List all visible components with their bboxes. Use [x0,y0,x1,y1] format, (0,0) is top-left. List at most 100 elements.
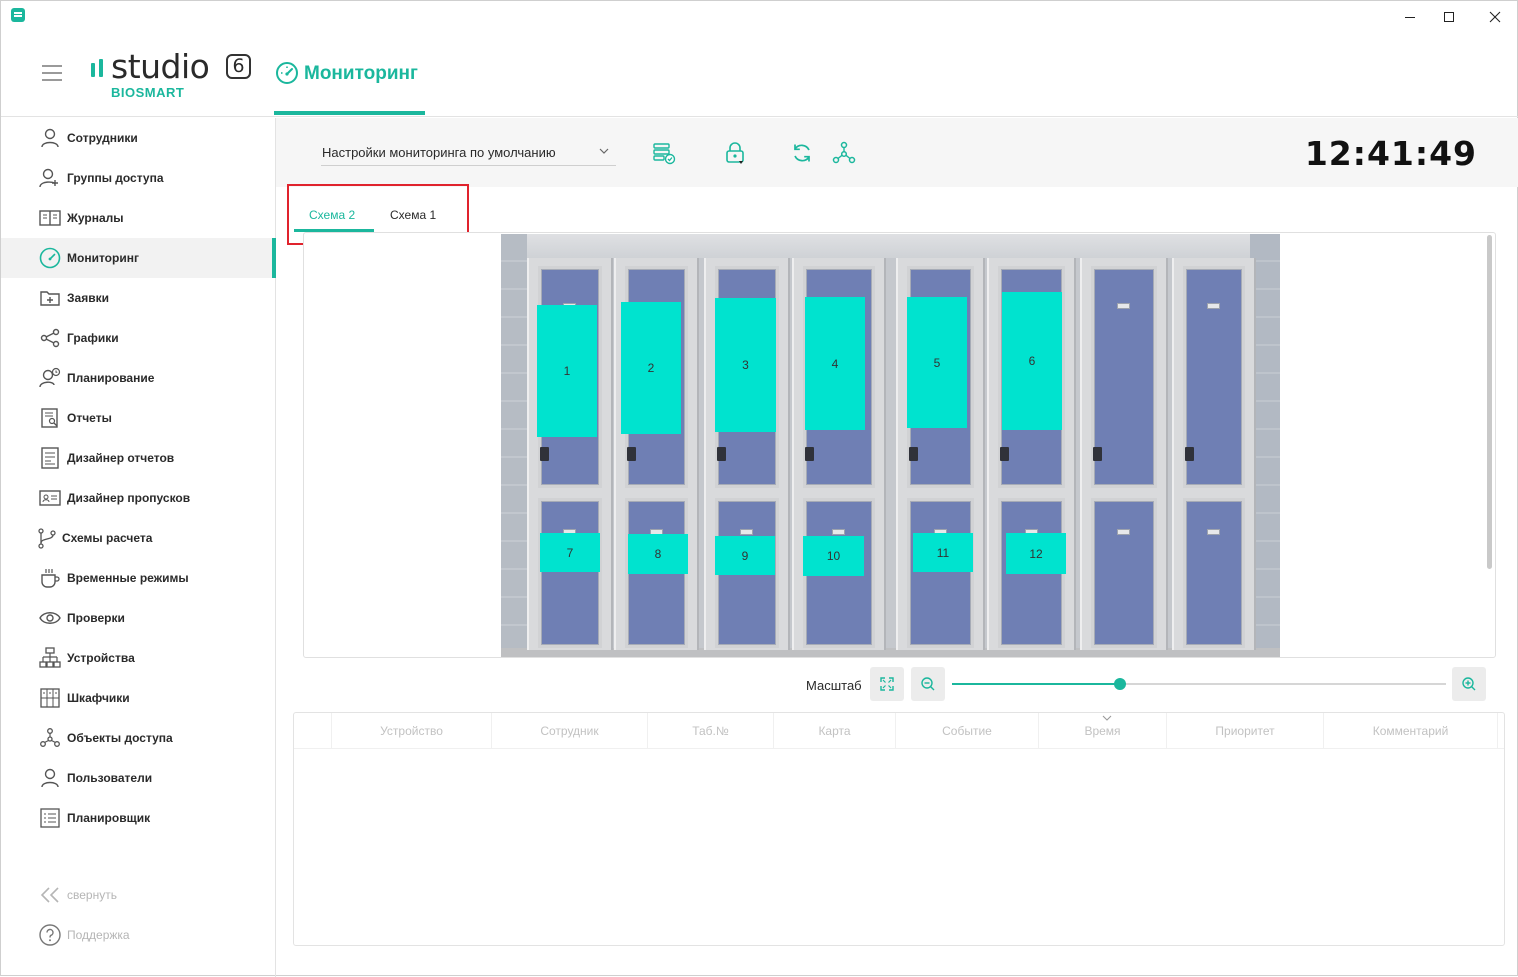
locker-mark-4[interactable]: 4 [805,297,865,430]
fit-to-screen-button[interactable] [870,667,904,701]
eye-icon [39,612,61,624]
locker-lock [717,447,726,461]
report-designer-icon [41,447,59,469]
monitoring-settings-button[interactable] [651,140,677,166]
zoom-out-button[interactable] [911,667,945,701]
user-icon [41,128,59,148]
support-label: Поддержка [67,928,130,942]
locker-number-tag [1117,529,1130,535]
sidebar-item-devices[interactable]: Устройства [1,638,276,678]
wall-top [501,234,1280,258]
locker-mark-7[interactable]: 7 [540,533,600,572]
column-header[interactable]: Событие [896,713,1039,748]
column-header[interactable]: Приоритет [1167,713,1324,748]
column-header-select[interactable] [294,713,332,748]
fit-screen-icon [880,677,894,691]
hierarchy-button[interactable] [831,140,857,166]
sidebar-item-label: Дизайнер пропусков [67,491,191,505]
sidebar-item-label: Дизайнер отчетов [67,451,175,465]
sidebar-item-employees[interactable]: Сотрудники [1,118,276,158]
sidebar-item-journals[interactable]: Журналы [1,198,276,238]
locker-mark-5[interactable]: 5 [907,297,967,428]
locker-column [1172,258,1256,650]
maximize-button[interactable] [1426,1,1472,33]
locker-mark-1[interactable]: 1 [537,305,597,437]
zoom-in-button[interactable] [1452,667,1486,701]
user-clock-icon [39,367,61,388]
tab-scheme-1[interactable]: Схема 1 [390,208,436,222]
locker-mark-8[interactable]: 8 [628,534,688,574]
refresh-button[interactable] [789,140,815,166]
column-header[interactable]: Сотрудник [492,713,648,748]
sidebar-item-users[interactable]: Пользователи [1,758,276,798]
support-button[interactable]: Поддержка [1,915,276,955]
sidebar-item-requests[interactable]: Заявки [1,278,276,318]
sidebar-item-calc-schemes[interactable]: Схемы расчета [1,518,276,558]
scale-slider[interactable] [952,678,1446,690]
sidebar-item-scheduler[interactable]: Планировщик [1,798,276,838]
network-icon [39,647,61,668]
cup-icon [41,569,60,588]
refresh-icon [794,144,810,162]
collapse-sidebar-button[interactable]: свернуть [1,875,276,915]
menu-toggle-button[interactable] [42,65,62,81]
locker-mark-9[interactable]: 9 [715,536,775,575]
tab-scheme-2[interactable]: Схема 2 [309,208,355,222]
sidebar-item-schedules[interactable]: Графики [1,318,276,358]
column-header[interactable]: Устройство [332,713,492,748]
monitoring-toolbar: Настройки мониторинга по умолчанию 12:41… [276,118,1518,187]
sidebar-item-label: Проверки [67,611,125,625]
share-nodes-icon [40,328,60,348]
locker-mark-2[interactable]: 2 [621,302,681,434]
canvas-scrollbar[interactable] [1487,235,1492,569]
locker-mark-3[interactable]: 3 [715,298,776,432]
settings-select-value: Настройки мониторинга по умолчанию [322,145,556,160]
sidebar-item-label: Группы доступа [67,171,164,185]
sidebar-item-reports[interactable]: Отчеты [1,398,276,438]
hierarchy-icon [832,141,856,164]
collapse-label: свернуть [67,888,117,902]
sidebar-item-report-designer[interactable]: Дизайнер отчетов [1,438,276,478]
user-icon [41,768,59,788]
sidebar-item-pass-designer[interactable]: Дизайнер пропусков [1,478,276,518]
page-tab-monitoring[interactable]: Мониторинг [274,57,425,115]
column-header[interactable]: Таб.№ [648,713,774,748]
locker-mark-10[interactable]: 10 [803,536,864,576]
locker-lock [1000,447,1009,461]
sidebar-item-label: Схемы расчета [62,531,153,545]
locker-door-top [1091,266,1157,488]
locker-mark-12[interactable]: 12 [1006,533,1066,574]
locker-lock [627,447,636,461]
locker-number-tag [740,529,753,535]
logo-word: studio [111,47,210,86]
double-chevron-left-icon [40,887,59,903]
column-header[interactable]: Комментарий [1324,713,1498,748]
column-header[interactable]: Время [1039,713,1167,748]
sidebar-item-lockers[interactable]: Шкафчики [1,678,276,718]
wall-tiles-left [501,234,527,657]
sidebar-item-planning[interactable]: Планирование [1,358,276,398]
sidebar-item-checks[interactable]: Проверки [1,598,276,638]
sidebar-item-label: Сотрудники [67,131,138,145]
scale-controls: Масштаб [806,667,1489,703]
sidebar-item-label: Объекты доступа [67,731,173,745]
lock-download-button[interactable] [722,140,748,166]
monitoring-settings-select[interactable]: Настройки мониторинга по умолчанию [321,140,616,166]
gauge-icon [39,247,61,269]
locker-mark-11[interactable]: 11 [913,533,973,572]
scheme-canvas[interactable]: 1 2 3 4 5 6 7 8 9 10 11 12 [303,232,1496,658]
close-button[interactable] [1472,1,1518,33]
sidebar-item-access-groups[interactable]: Группы доступа [1,158,276,198]
locker-mark-6[interactable]: 6 [1002,292,1062,430]
sidebar-item-access-objects[interactable]: Объекты доступа [1,718,276,758]
column-header[interactable]: Карта [774,713,896,748]
scale-slider-handle[interactable] [1113,678,1126,690]
maximize-icon [1444,12,1454,22]
sidebar-item-time-modes[interactable]: Временные режимы [1,558,276,598]
locker-door-bottom [1183,498,1245,648]
lock-download-icon [726,142,744,164]
sidebar-item-monitoring[interactable]: Мониторинг [1,238,276,278]
locker-door-bottom [907,498,974,648]
settings-check-icon [653,143,676,165]
locker-door-bottom [1091,498,1157,648]
